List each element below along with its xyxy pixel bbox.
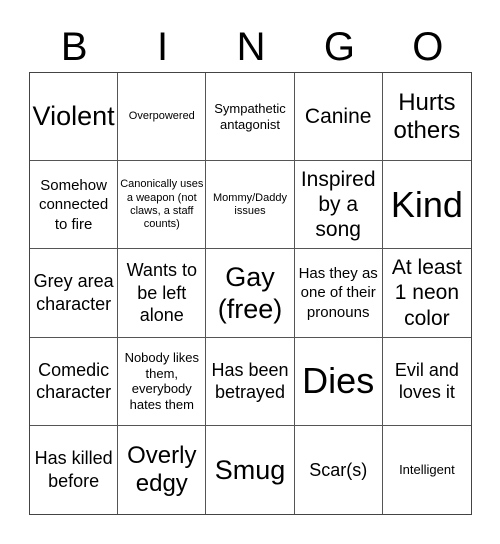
bingo-cell[interactable]: Overpowered [118,73,207,162]
bingo-cell[interactable]: Smug [206,425,295,514]
bingo-cell[interactable]: Has been betrayed [206,337,295,426]
bingo-board: Violent Overpowered Sympathetic antagoni… [29,72,472,515]
header-letter-n: N [236,25,266,69]
bingo-cell[interactable]: Comedic character [30,337,119,426]
bingo-cell[interactable]: Evil and loves it [382,338,471,426]
bingo-cell[interactable]: Wants to be left alone [118,249,207,338]
bingo-cell[interactable]: Grey area character [30,249,119,338]
bingo-cell[interactable]: Mommy/Daddy issues [206,161,295,250]
bingo-cell[interactable]: Dies [294,337,383,426]
bingo-cell[interactable]: Somehow connected to fire [30,161,119,250]
bingo-cell[interactable]: Intelligent [383,426,471,514]
bingo-cell[interactable]: Has killed before [30,425,119,514]
bingo-cell[interactable]: At least 1 neon color [382,249,471,338]
bingo-cell[interactable]: Canonically uses a weapon (not claws, a … [118,161,207,250]
bingo-cell[interactable]: Nobody likes them, everybody hates them [118,337,207,426]
bingo-cell[interactable]: Kind [382,161,471,250]
bingo-cell[interactable]: Has they as one of their pronouns [294,249,383,338]
bingo-cell[interactable]: Gay (free) [206,249,295,338]
header-letter-g: G [323,25,355,69]
bingo-cell[interactable]: Scar(s) [295,425,383,514]
header-letter-i: I [157,25,169,69]
bingo-cell[interactable]: Sympathetic antagonist [206,73,295,162]
bingo-cell[interactable]: Violent [30,73,119,162]
bingo-header: B I N G O [30,22,472,72]
header-letter-b: B [60,25,88,69]
bingo-cell[interactable]: Hurts others [382,73,471,162]
bingo-cell[interactable]: Inspired by a song [294,161,383,250]
header-letter-o: O [412,25,444,69]
bingo-cell[interactable]: Canine [294,73,383,162]
bingo-cell[interactable]: Overly edgy [118,425,207,514]
